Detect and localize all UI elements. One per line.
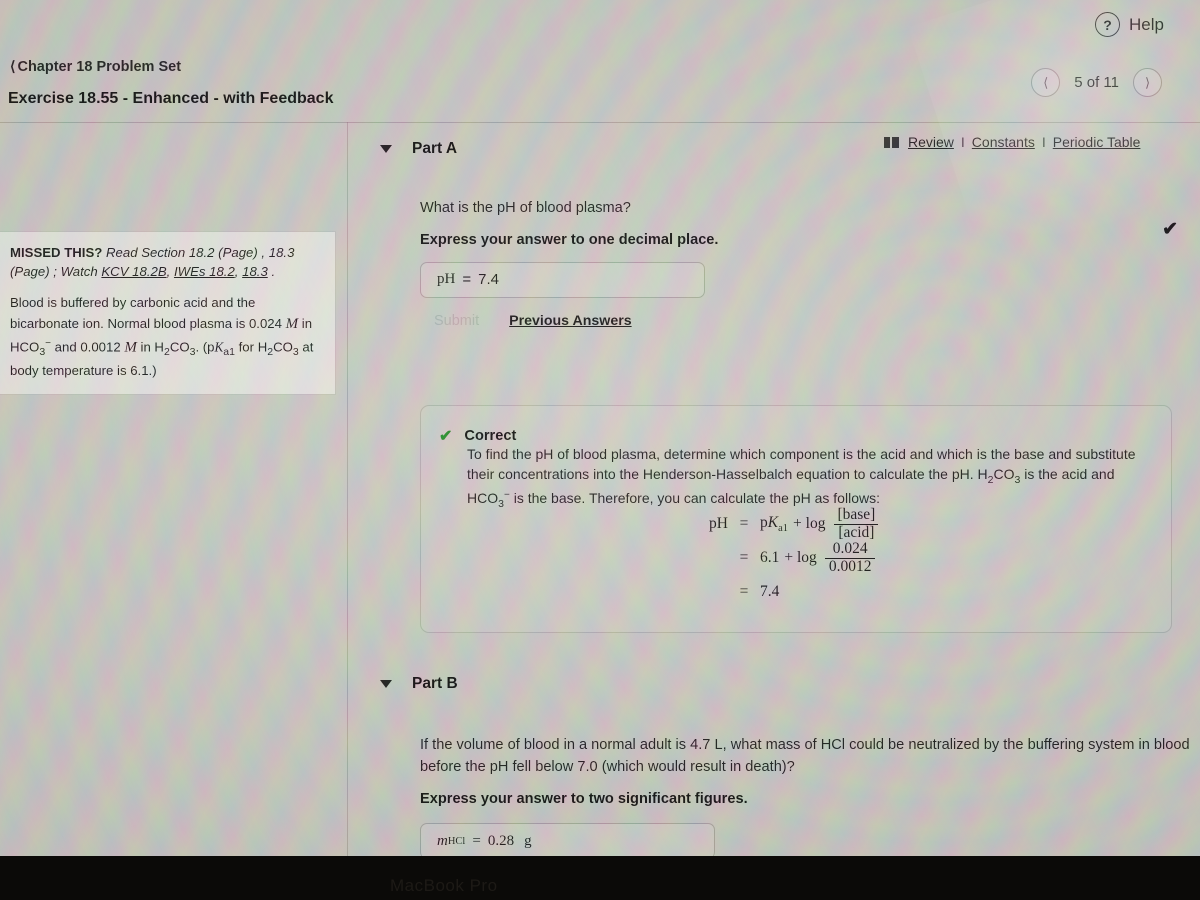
page-title: Exercise 18.55 - Enhanced - with Feedbac… [8,90,334,107]
mastering-chemistry-page: ? Help ⟨ Chapter 18 Problem Set Exercise… [0,0,1200,856]
laptop-screen: ? Help ⟨ Chapter 18 Problem Set Exercise… [0,0,1200,856]
part-b-question-line-1: If the volume of blood in a normal adult… [420,737,1190,753]
part-a-answer-input[interactable]: pH = 7.4 [420,261,705,298]
header-divider [0,122,1200,123]
part-a-button-row: Submit Previous Answers [420,313,1190,329]
part-a-label: Part A [412,140,458,157]
feedback-line-3b: is the base. Therefore, you can calculat… [509,490,880,507]
part-a-instruction: Express your answer to one decimal place… [420,231,719,248]
equation-equals-1: = [739,515,749,532]
feedback-line-2c: is the acid and [1020,466,1115,483]
laptop-bezel [0,856,1200,900]
section-183-link[interactable]: 18.3 [242,264,268,279]
fraction-numerator-base: [base] [837,505,876,523]
feedback-explanation: To find the pH of blood plasma, determin… [467,444,1157,512]
problem-text-7: CO [273,339,293,355]
part-a-status-check-icon: ✔ [1162,219,1178,240]
equation-row-3: = 7.4 [676,577,879,607]
breadcrumb-label: Chapter 18 Problem Set [17,58,182,75]
part-b-answer-input[interactable]: m HCl = 0.28 g [420,822,715,856]
triangle-down-icon[interactable] [380,680,392,688]
question-circle-icon: ? [1095,12,1121,37]
previous-question-button[interactable]: ⟨ [1031,68,1061,97]
missed-this-text: MISSED THIS? Read Section 18.2 (Page) , … [10,244,321,281]
missed-this-label: MISSED THIS? [10,245,103,260]
equation-rhs-2: 6.1 + log 0.024 0.0012 [760,539,876,576]
part-a-section: Part A ✔ What is the pH of blood plasma?… [380,140,1190,329]
feedback-co: CO [993,466,1015,483]
feedback-line-2a: their concentrations into the Henderson-… [467,466,988,483]
feedback-line-3a: HCO [467,490,499,507]
part-b-instruction: Express your answer to two significant f… [420,790,748,807]
part-a-answer-value: 7.4 [478,271,499,289]
part-b-section: Part B ✔ If the volume of blood in a nor… [380,675,1190,856]
problem-text-5: . (p [195,339,215,355]
next-question-button[interactable]: ⟩ [1133,68,1162,97]
molarity-symbol-2: M [124,339,137,356]
triangle-down-icon[interactable] [380,145,392,153]
part-b-equals-sign: = [472,832,481,849]
h2co3-co: CO [169,339,190,355]
equation-row-2: = 6.1 + log 0.024 0.0012 [676,539,879,577]
part-b-answer-prefix: m [437,832,448,849]
trailing-text: . [267,263,276,279]
sidebar-divider [347,122,348,856]
equation-rhs-1: ppKKa1 + log [base] [acid] [760,505,879,542]
pagination-position: 5 of 11 [1074,74,1119,91]
laptop-photo: ? Help ⟨ Chapter 18 Problem Set Exercise… [0,0,1200,900]
part-b-header[interactable]: Part B ✔ [380,675,1190,693]
plus-log-2: + log [784,549,817,566]
fraction-denominator-acid: [acid] [834,523,879,542]
part-a-header[interactable]: Part A ✔ [380,140,1190,240]
molarity-symbol-1: M [285,316,299,333]
iwes-link[interactable]: IWEs 18.2 [174,264,235,279]
part-b-answer-subscript: HCl [447,835,466,847]
feedback-line-1: To find the pH of blood plasma, determin… [467,446,1136,462]
pka-term: ppKKa1 [760,513,789,535]
device-bezel-label: MacBook Pro [390,876,498,895]
part-b-label: Part B [412,675,458,692]
henderson-hasselbalch-equation: pH = ppKKa1 + log [base] [acid] [676,505,879,607]
hint-panel: MISSED THIS? Read Section 18.2 (Page) , … [0,231,336,396]
base-acid-fraction: [base] [acid] [833,505,879,542]
problem-text-3: and 0.0012 [51,339,125,355]
feedback-header: ✔ Correct [439,428,516,446]
part-a-question: What is the pH of blood plasma? [420,200,631,216]
problem-text-6: for H [234,339,268,355]
help-button[interactable]: ? Help [1095,12,1164,37]
problem-text-4: in H [136,339,164,355]
equation-equals-2: = [739,549,749,566]
pagination: ⟨ 5 of 11 ⟩ [1031,68,1162,97]
equation-row-1: pH = ppKKa1 + log [base] [acid] [676,505,879,542]
equation-lhs: pH [709,515,728,532]
problem-text-1: Blood is buffered by carbonic acid and t… [10,295,286,332]
help-label: Help [1129,14,1164,34]
part-b-question-line-2: before the pH fell below 7.0 (which woul… [420,758,795,775]
chevron-left-icon: ⟨ [10,58,16,74]
equation-equals-3: = [739,583,749,600]
pka-subscript: a1 [223,345,235,358]
concentration-fraction: 0.024 0.0012 [824,539,876,576]
pka-value: 6.1 [760,549,780,566]
part-a-answer-prefix: pH [437,271,456,288]
equation-result: 7.4 [760,583,780,600]
correct-feedback-box: ✔ Correct To find the pH of blood plasma… [420,405,1172,633]
fraction-denominator-value: 0.0012 [824,557,876,576]
fraction-numerator-value: 0.024 [832,539,868,557]
green-checkmark-icon: ✔ [439,428,453,445]
pka-a1-sub: a1 [778,523,789,535]
plus-log-1: + log [793,515,826,532]
kcv-link[interactable]: KCV 18.2B [101,264,166,279]
problem-statement: Blood is buffered by carbonic acid and t… [10,293,321,380]
breadcrumb[interactable]: ⟨ Chapter 18 Problem Set [10,58,181,75]
submit-button[interactable]: Submit [434,313,479,329]
part-b-answer-unit: g [524,832,532,849]
part-a-equals-sign: = [462,271,472,289]
comma-1: , [166,263,174,279]
previous-answers-link[interactable]: Previous Answers [509,313,632,329]
feedback-title: Correct [464,428,517,444]
part-b-answer-value: 0.28 [487,832,515,849]
pka-k: K [214,339,224,355]
